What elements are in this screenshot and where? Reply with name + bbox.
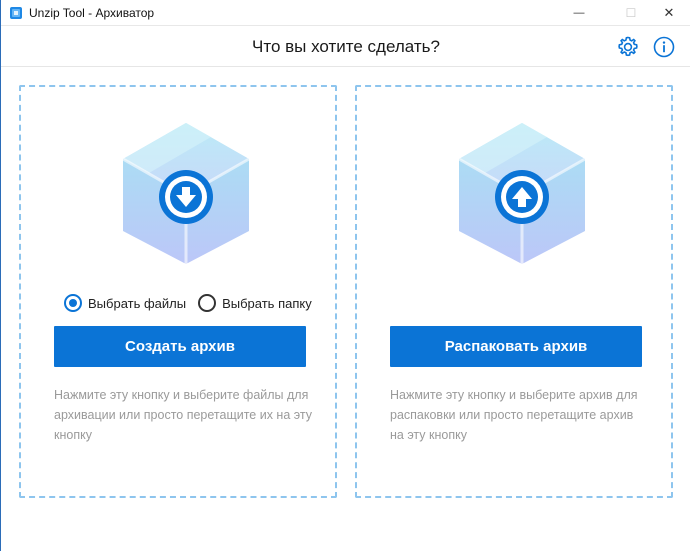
upload-cube-icon [458, 123, 586, 264]
source-radio-group: Выбрать файлы Выбрать папку [64, 293, 324, 313]
page-title: Что вы хотите сделать? [252, 37, 440, 56]
maximize-icon: ☐ [625, 6, 637, 20]
title-bar[interactable]: Unzip Tool - Архиватор — ☐ ✕ [1, 0, 690, 26]
page-header: Что вы хотите сделать? [1, 26, 690, 67]
download-cube-icon [122, 123, 250, 264]
close-button[interactable]: ✕ [647, 0, 690, 26]
extract-archive-button[interactable]: Распаковать архив [390, 326, 642, 367]
radio-label-files: Выбрать файлы [88, 295, 187, 311]
close-icon: ✕ [663, 5, 675, 20]
info-icon[interactable] [652, 35, 676, 59]
create-archive-panel[interactable]: Выбрать файлы Выбрать папку Создать архи… [19, 85, 337, 498]
radio-button-files[interactable] [64, 294, 82, 312]
create-archive-hint: Нажмите эту кнопку и выберите файлы для … [54, 388, 312, 442]
extract-archive-panel[interactable]: Распаковать архив Нажмите эту кнопку и в… [355, 85, 673, 498]
gear-icon[interactable] [616, 35, 640, 59]
app-window: Unzip Tool - Архиватор — ☐ ✕ Что вы хоти… [0, 0, 690, 551]
main-content: Выбрать файлы Выбрать папку Создать архи… [1, 67, 690, 551]
window-title: Unzip Tool - Архиватор [29, 6, 155, 20]
radio-label-folder: Выбрать папку [222, 295, 312, 311]
radio-option-files[interactable]: Выбрать файлы [64, 294, 186, 312]
extract-archive-hint: Нажмите эту кнопку и выберите архив для … [390, 388, 638, 442]
create-archive-button[interactable]: Создать архив [54, 326, 306, 367]
radio-button-folder[interactable] [198, 294, 217, 312]
minimize-icon: — [573, 7, 585, 19]
app-logo-icon [10, 7, 22, 19]
radio-option-folder[interactable]: Выбрать папку [198, 294, 312, 312]
minimize-button[interactable]: — [557, 0, 601, 26]
